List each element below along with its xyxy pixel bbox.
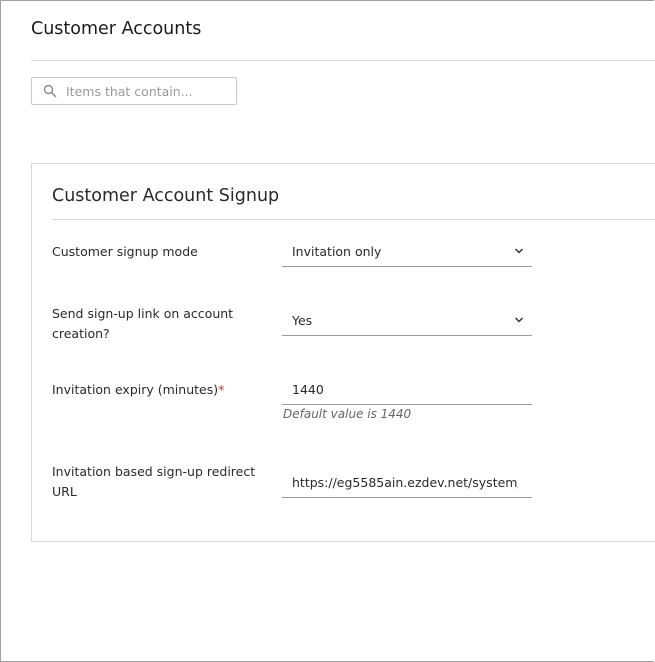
search-icon [43,84,57,98]
redirect-url-input[interactable]: https://eg5585ain.ezdev.net/system/\ [282,471,532,498]
title-divider [31,60,655,61]
invitation-expiry-input[interactable]: 1440 [282,378,532,405]
signup-mode-label: Customer signup mode [52,244,198,259]
signup-settings-panel: Customer Account Signup Customer signup … [31,163,655,542]
send-link-value: Yes [292,313,313,328]
redirect-url-value: https://eg5585ain.ezdev.net/system/\ [292,475,518,490]
signup-mode-select[interactable]: Invitation only [282,240,532,267]
required-marker: * [218,382,225,397]
invitation-expiry-label: Invitation expiry (minutes)* [52,382,225,397]
invitation-expiry-value: 1440 [292,382,324,397]
page-title: Customer Accounts [31,19,202,39]
signup-mode-value: Invitation only [292,244,382,259]
section-divider [52,219,655,220]
section-title: Customer Account Signup [52,186,280,206]
search-box[interactable] [31,77,237,105]
send-link-label: Send sign-up link on account creation? [52,306,234,341]
chevron-down-icon [514,317,524,323]
redirect-url-label: Invitation based sign-up redirect URL [52,464,256,499]
send-link-select[interactable]: Yes [282,309,532,336]
invitation-expiry-hint: Default value is 1440 [283,407,412,421]
search-input[interactable] [66,81,231,101]
chevron-down-icon [514,248,524,254]
